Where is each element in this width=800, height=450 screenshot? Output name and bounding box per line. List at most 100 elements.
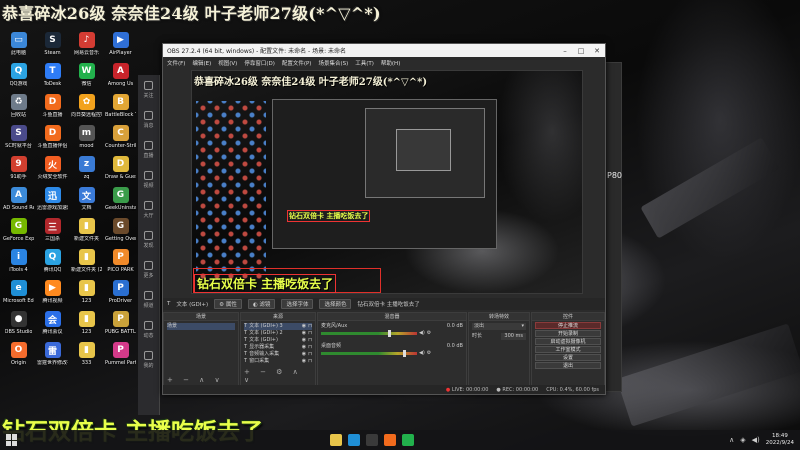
lock-icon[interactable]: ⊓: [308, 344, 312, 351]
visibility-icon[interactable]: ◉: [302, 344, 306, 351]
douyu-icon[interactable]: [384, 434, 396, 446]
desktop-icon[interactable]: G GeForce Experience: [3, 216, 34, 247]
desktop-icon[interactable]: G GeekUninstaller: [105, 185, 136, 216]
windows-start-icon[interactable]: [6, 434, 18, 446]
obs-titlebar[interactable]: OBS 27.2.4 (64 bit, windows) - 配置文件: 未命名…: [163, 44, 605, 57]
visibility-icon[interactable]: ◉: [302, 351, 306, 358]
lock-icon[interactable]: ⊓: [308, 358, 312, 365]
side-panel-item[interactable]: 消息: [138, 105, 159, 135]
desktop-icon[interactable]: G Getting Over It: [105, 216, 136, 247]
obs-icon[interactable]: [366, 434, 378, 446]
visibility-icon[interactable]: ◉: [302, 323, 306, 330]
desktop-icon[interactable]: ♻ 回收站: [3, 92, 34, 123]
edge-icon[interactable]: [348, 434, 360, 446]
source-item[interactable]: T 显示器采集 ◉ ⊓: [244, 344, 312, 351]
control-button[interactable]: 设置: [535, 354, 601, 361]
desktop-icon[interactable]: ▭ 此电脑: [3, 30, 34, 61]
transition-select[interactable]: 淡出 ▾: [472, 323, 526, 330]
filters-button[interactable]: ◐ 滤镜: [247, 299, 276, 309]
desktop-icon[interactable]: P ProDriver: [105, 278, 136, 309]
gear-icon[interactable]: ⚙: [427, 350, 431, 357]
desktop-icon[interactable]: P PUBG BATTLEGR...: [105, 309, 136, 340]
desktop-icon[interactable]: P Pummel Party: [105, 340, 136, 371]
obs-menu-item[interactable]: 文件(F): [167, 59, 185, 67]
desktop-icon[interactable]: m mood: [71, 123, 102, 154]
control-button[interactable]: 工作室模式: [535, 346, 601, 353]
desktop-icon[interactable]: O Origin: [3, 340, 34, 371]
desktop-icon[interactable]: 雷雷霆世界修改平台: [37, 340, 68, 371]
volume-slider-handle[interactable]: [388, 329, 391, 337]
obs-menu-item[interactable]: 编辑(E): [192, 59, 211, 67]
obs-menu-item[interactable]: 视图(V): [218, 59, 237, 67]
obs-menu-item[interactable]: 配置文件(P): [282, 59, 312, 67]
volume-icon[interactable]: ◀): [419, 350, 425, 357]
lock-icon[interactable]: ⊓: [308, 330, 312, 337]
source-item[interactable]: T 音频输入采集 ◉ ⊓: [244, 351, 312, 358]
wechat-icon[interactable]: [402, 434, 414, 446]
desktop-icon[interactable]: ▮ 123: [71, 309, 102, 340]
desktop-icon[interactable]: ▮ 新建文件夹: [71, 216, 102, 247]
obs-menu-item[interactable]: 工具(T): [355, 59, 374, 67]
desktop-icon[interactable]: ▶ 腾讯视频: [37, 278, 68, 309]
side-panel-item[interactable]: 关注: [138, 75, 159, 105]
lock-icon[interactable]: ⊓: [308, 337, 312, 344]
desktop-icon[interactable]: D 斗鱼直播: [37, 92, 68, 123]
properties-button[interactable]: ⚙ 属性: [214, 299, 242, 309]
text-value-field[interactable]: 钻石双倍卡 主播吃饭去了: [357, 300, 419, 308]
desktop-icon[interactable]: z zq: [71, 154, 102, 185]
select-color-button[interactable]: 选择颜色: [319, 299, 352, 309]
desktop-icon[interactable]: A Among Us: [105, 61, 136, 92]
desktop-icon[interactable]: 文文档: [71, 185, 102, 216]
desktop-icon[interactable]: D 斗鱼直播伴侣: [37, 123, 68, 154]
sources-dock-controls[interactable]: + − ⚙ ∧ ∨: [244, 368, 315, 384]
control-button[interactable]: 退出: [535, 362, 601, 369]
scenes-dock-controls[interactable]: + − ∧ ∨: [167, 376, 224, 384]
source-item[interactable]: T 文本 (GDI+) 2 ◉ ⊓: [244, 330, 312, 337]
desktop-icon[interactable]: ▮ 123: [71, 278, 102, 309]
duration-input[interactable]: 300 ms: [501, 333, 526, 340]
desktop-icon[interactable]: Q 腾讯QQ: [37, 247, 68, 278]
side-panel-item[interactable]: 大厅: [138, 195, 159, 225]
side-panel-item[interactable]: 直播: [138, 135, 159, 165]
side-panel-item[interactable]: 频道: [138, 285, 159, 315]
desktop-icon[interactable]: ▮ 新建文件夹 (2): [71, 247, 102, 278]
desktop-icon[interactable]: 迅迅雷游戏加速器: [37, 185, 68, 216]
desktop-icon[interactable]: ● OBS Studio: [3, 309, 34, 340]
file-explorer-icon[interactable]: [330, 434, 342, 446]
desktop-icon[interactable]: 火火绒安全软件: [37, 154, 68, 185]
volume-icon[interactable]: ◀): [752, 436, 760, 444]
source-item[interactable]: T 文本 (GDI+) 3 ◉ ⊓: [244, 323, 312, 330]
source-item[interactable]: T 文本 (GDI+) ◉ ⊓: [244, 337, 312, 344]
obs-menu-item[interactable]: 场景集合(S): [318, 59, 348, 67]
desktop-icon[interactable]: 三三国杀: [37, 216, 68, 247]
control-button[interactable]: 启动虚拟摄像机: [535, 338, 601, 345]
side-panel-item[interactable]: 动态: [138, 315, 159, 345]
control-button[interactable]: 停止推流: [535, 322, 601, 329]
desktop-icon[interactable]: e Microsoft Edge: [3, 278, 34, 309]
source-item[interactable]: T 窗口采集 ◉ ⊓: [244, 358, 312, 365]
minimize-icon[interactable]: –: [557, 47, 573, 55]
desktop-icon[interactable]: ✿ 向日葵远程控制: [71, 92, 102, 123]
desktop-icon[interactable]: i iTools 4: [3, 247, 34, 278]
obs-menu-item[interactable]: 帮助(H): [381, 59, 400, 67]
desktop-icon[interactable]: S Steam: [37, 30, 68, 61]
desktop-icon[interactable]: C Counter-Strike Global Off...: [105, 123, 136, 154]
desktop-icon[interactable]: 9 91助手: [3, 154, 34, 185]
volume-icon[interactable]: ◀): [419, 330, 425, 337]
desktop-icon[interactable]: ♪ 网易云音乐: [71, 30, 102, 61]
desktop-icon[interactable]: S SC时就平台: [3, 123, 34, 154]
side-panel-item[interactable]: 更多: [138, 255, 159, 285]
obs-preview-canvas[interactable]: 钻石双倍卡 主播吃饭去了 恭喜碎冰26级 奈奈佳24级 叶子老师27级(*^▽^…: [191, 70, 583, 294]
side-panel-item[interactable]: 发现: [138, 225, 159, 255]
desktop-icon[interactable]: W 微信: [71, 61, 102, 92]
side-panel-item[interactable]: 视频: [138, 165, 159, 195]
side-panel-item[interactable]: 我的: [138, 345, 159, 375]
desktop-icon[interactable]: D Draw & Guess: [105, 154, 136, 185]
desktop-icon[interactable]: P PICO PARK: [105, 247, 136, 278]
desktop-icon[interactable]: ▮ 333: [71, 340, 102, 371]
desktop-icon[interactable]: B BattleBlock Theater: [105, 92, 136, 123]
clock[interactable]: 18:49 2022/9/24: [766, 433, 794, 447]
visibility-icon[interactable]: ◉: [302, 330, 306, 337]
control-button[interactable]: 开始录制: [535, 330, 601, 337]
lock-icon[interactable]: ⊓: [308, 323, 312, 330]
